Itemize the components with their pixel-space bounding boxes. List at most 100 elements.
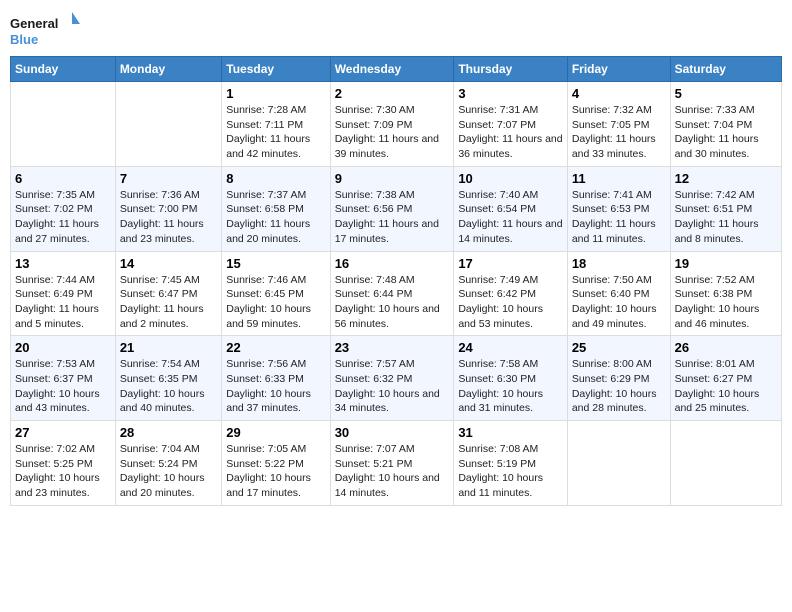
day-info: Sunrise: 7:28 AM Sunset: 7:11 PM Dayligh…: [226, 103, 325, 162]
day-info: Sunrise: 7:58 AM Sunset: 6:30 PM Dayligh…: [458, 357, 563, 416]
week-row-1: 1 Sunrise: 7:28 AM Sunset: 7:11 PM Daylig…: [11, 82, 782, 167]
day-number: 3: [458, 86, 563, 101]
day-number: 30: [335, 425, 450, 440]
page-header: General Blue: [10, 10, 782, 48]
calendar-cell: 7Sunrise: 7:36 AM Sunset: 7:00 PM Daylig…: [115, 166, 221, 251]
day-number: 1: [226, 86, 325, 101]
calendar-cell: 20 Sunrise: 7:53 AM Sunset: 6:37 PM Dayli…: [11, 336, 116, 421]
day-info: Sunrise: 7:36 AM Sunset: 7:00 PM Dayligh…: [120, 188, 217, 247]
calendar-cell: 23 Sunrise: 7:57 AM Sunset: 6:32 PM Dayli…: [330, 336, 454, 421]
day-number: 17: [458, 256, 563, 271]
day-info: Sunrise: 7:42 AM Sunset: 6:51 PM Dayligh…: [675, 188, 777, 247]
weekday-row: SundayMondayTuesdayWednesdayThursdayFrid…: [11, 57, 782, 82]
calendar-cell: 9Sunrise: 7:38 AM Sunset: 6:56 PM Daylig…: [330, 166, 454, 251]
logo-svg: General Blue: [10, 10, 80, 48]
day-info: Sunrise: 8:01 AM Sunset: 6:27 PM Dayligh…: [675, 357, 777, 416]
weekday-header-monday: Monday: [115, 57, 221, 82]
day-number: 29: [226, 425, 325, 440]
calendar-cell: 5 Sunrise: 7:33 AM Sunset: 7:04 PM Daylig…: [670, 82, 781, 167]
day-number: 22: [226, 340, 325, 355]
calendar-cell: 22 Sunrise: 7:56 AM Sunset: 6:33 PM Dayli…: [222, 336, 330, 421]
day-info: Sunrise: 7:49 AM Sunset: 6:42 PM Dayligh…: [458, 273, 563, 332]
calendar-cell: 3 Sunrise: 7:31 AM Sunset: 7:07 PM Daylig…: [454, 82, 568, 167]
calendar-body: 1 Sunrise: 7:28 AM Sunset: 7:11 PM Daylig…: [11, 82, 782, 506]
day-number: 9: [335, 171, 450, 186]
calendar-cell: 1 Sunrise: 7:28 AM Sunset: 7:11 PM Daylig…: [222, 82, 330, 167]
day-info: Sunrise: 7:33 AM Sunset: 7:04 PM Dayligh…: [675, 103, 777, 162]
day-number: 6: [15, 171, 111, 186]
day-number: 5: [675, 86, 777, 101]
day-info: Sunrise: 7:37 AM Sunset: 6:58 PM Dayligh…: [226, 188, 325, 247]
day-number: 15: [226, 256, 325, 271]
day-info: Sunrise: 7:56 AM Sunset: 6:33 PM Dayligh…: [226, 357, 325, 416]
weekday-header-saturday: Saturday: [670, 57, 781, 82]
calendar-cell: 11Sunrise: 7:41 AM Sunset: 6:53 PM Dayli…: [567, 166, 670, 251]
day-number: 24: [458, 340, 563, 355]
day-info: Sunrise: 7:35 AM Sunset: 7:02 PM Dayligh…: [15, 188, 111, 247]
weekday-header-wednesday: Wednesday: [330, 57, 454, 82]
day-number: 18: [572, 256, 666, 271]
day-number: 23: [335, 340, 450, 355]
calendar-cell: 17 Sunrise: 7:49 AM Sunset: 6:42 PM Dayli…: [454, 251, 568, 336]
day-info: Sunrise: 7:54 AM Sunset: 6:35 PM Dayligh…: [120, 357, 217, 416]
svg-text:General: General: [10, 16, 58, 31]
day-number: 14: [120, 256, 217, 271]
calendar-cell: 4 Sunrise: 7:32 AM Sunset: 7:05 PM Daylig…: [567, 82, 670, 167]
week-row-3: 13 Sunrise: 7:44 AM Sunset: 6:49 PM Dayli…: [11, 251, 782, 336]
day-number: 27: [15, 425, 111, 440]
weekday-header-thursday: Thursday: [454, 57, 568, 82]
calendar-cell: 24 Sunrise: 7:58 AM Sunset: 6:30 PM Dayli…: [454, 336, 568, 421]
calendar-cell: 16 Sunrise: 7:48 AM Sunset: 6:44 PM Dayli…: [330, 251, 454, 336]
calendar-cell: 18 Sunrise: 7:50 AM Sunset: 6:40 PM Dayli…: [567, 251, 670, 336]
calendar-cell: 21 Sunrise: 7:54 AM Sunset: 6:35 PM Dayli…: [115, 336, 221, 421]
day-info: Sunrise: 7:31 AM Sunset: 7:07 PM Dayligh…: [458, 103, 563, 162]
day-number: 10: [458, 171, 563, 186]
day-number: 8: [226, 171, 325, 186]
day-number: 12: [675, 171, 777, 186]
day-number: 13: [15, 256, 111, 271]
calendar-cell: 13 Sunrise: 7:44 AM Sunset: 6:49 PM Dayli…: [11, 251, 116, 336]
day-info: Sunrise: 7:50 AM Sunset: 6:40 PM Dayligh…: [572, 273, 666, 332]
day-info: Sunrise: 7:05 AM Sunset: 5:22 PM Dayligh…: [226, 442, 325, 501]
calendar-cell: 28Sunrise: 7:04 AM Sunset: 5:24 PM Dayli…: [115, 421, 221, 506]
calendar-cell: 14 Sunrise: 7:45 AM Sunset: 6:47 PM Dayli…: [115, 251, 221, 336]
day-info: Sunrise: 7:08 AM Sunset: 5:19 PM Dayligh…: [458, 442, 563, 501]
calendar-cell: 19 Sunrise: 7:52 AM Sunset: 6:38 PM Dayli…: [670, 251, 781, 336]
calendar-cell: 12 Sunrise: 7:42 AM Sunset: 6:51 PM Dayli…: [670, 166, 781, 251]
day-number: 19: [675, 256, 777, 271]
logo: General Blue: [10, 10, 80, 48]
calendar-cell: 8 Sunrise: 7:37 AM Sunset: 6:58 PM Daylig…: [222, 166, 330, 251]
calendar-header: SundayMondayTuesdayWednesdayThursdayFrid…: [11, 57, 782, 82]
calendar-cell: 2Sunrise: 7:30 AM Sunset: 7:09 PM Daylig…: [330, 82, 454, 167]
day-number: 16: [335, 256, 450, 271]
calendar-cell: 30 Sunrise: 7:07 AM Sunset: 5:21 PM Dayli…: [330, 421, 454, 506]
day-info: Sunrise: 7:07 AM Sunset: 5:21 PM Dayligh…: [335, 442, 450, 501]
calendar-cell: 25 Sunrise: 8:00 AM Sunset: 6:29 PM Dayli…: [567, 336, 670, 421]
day-info: Sunrise: 7:41 AM Sunset: 6:53 PM Dayligh…: [572, 188, 666, 247]
calendar-cell: [11, 82, 116, 167]
day-number: 20: [15, 340, 111, 355]
calendar-cell: 29 Sunrise: 7:05 AM Sunset: 5:22 PM Dayli…: [222, 421, 330, 506]
day-info: Sunrise: 7:32 AM Sunset: 7:05 PM Dayligh…: [572, 103, 666, 162]
weekday-header-friday: Friday: [567, 57, 670, 82]
svg-text:Blue: Blue: [10, 32, 38, 47]
day-number: 25: [572, 340, 666, 355]
calendar-table: SundayMondayTuesdayWednesdayThursdayFrid…: [10, 56, 782, 506]
day-number: 28: [120, 425, 217, 440]
day-info: Sunrise: 7:48 AM Sunset: 6:44 PM Dayligh…: [335, 273, 450, 332]
day-number: 4: [572, 86, 666, 101]
calendar-cell: 15Sunrise: 7:46 AM Sunset: 6:45 PM Dayli…: [222, 251, 330, 336]
calendar-cell: 6 Sunrise: 7:35 AM Sunset: 7:02 PM Daylig…: [11, 166, 116, 251]
day-info: Sunrise: 7:44 AM Sunset: 6:49 PM Dayligh…: [15, 273, 111, 332]
day-info: Sunrise: 7:53 AM Sunset: 6:37 PM Dayligh…: [15, 357, 111, 416]
day-number: 31: [458, 425, 563, 440]
day-info: Sunrise: 7:45 AM Sunset: 6:47 PM Dayligh…: [120, 273, 217, 332]
day-info: Sunrise: 8:00 AM Sunset: 6:29 PM Dayligh…: [572, 357, 666, 416]
calendar-cell: 26Sunrise: 8:01 AM Sunset: 6:27 PM Dayli…: [670, 336, 781, 421]
day-info: Sunrise: 7:57 AM Sunset: 6:32 PM Dayligh…: [335, 357, 450, 416]
calendar-cell: [567, 421, 670, 506]
weekday-header-sunday: Sunday: [11, 57, 116, 82]
day-info: Sunrise: 7:52 AM Sunset: 6:38 PM Dayligh…: [675, 273, 777, 332]
calendar-cell: [670, 421, 781, 506]
day-number: 21: [120, 340, 217, 355]
